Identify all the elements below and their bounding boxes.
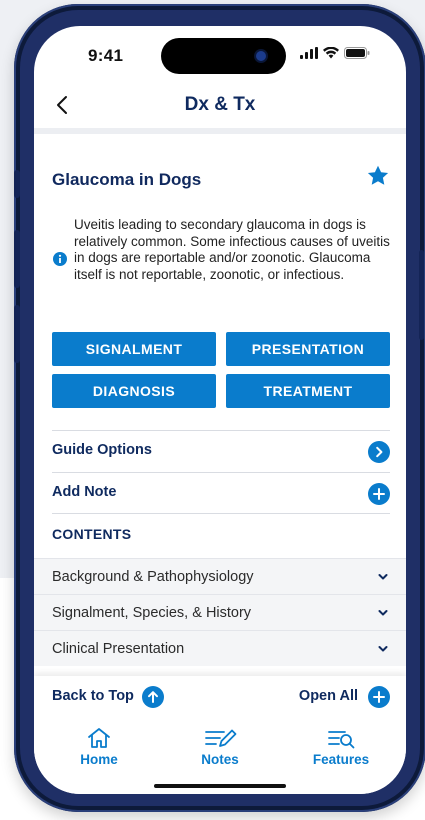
- add-note-label: Add Note: [52, 484, 117, 500]
- presentation-button[interactable]: PRESENTATION: [226, 332, 390, 366]
- status-time: 9:41: [88, 46, 124, 65]
- add-note-row[interactable]: Add Note: [52, 472, 390, 514]
- plus-icon[interactable]: [368, 686, 390, 708]
- tab-features-label: Features: [312, 752, 370, 767]
- plus-icon[interactable]: [368, 483, 390, 505]
- section-buttons: SIGNALMENT PRESENTATION DIAGNOSIS TREATM…: [52, 332, 390, 408]
- treatment-button[interactable]: TREATMENT: [226, 374, 390, 408]
- back-to-top-link[interactable]: Back to Top: [52, 688, 134, 704]
- home-indicator: [154, 784, 286, 788]
- camera-icon: [256, 51, 266, 61]
- diagnosis-button[interactable]: DIAGNOSIS: [52, 374, 216, 408]
- floating-action-bar: Back to Top Open All: [34, 676, 406, 720]
- nav-divider: [34, 128, 406, 134]
- page-title: Dx & Tx: [184, 94, 256, 115]
- volume-up-button: [14, 230, 20, 288]
- dynamic-island: [161, 38, 286, 74]
- tab-notes-label: Notes: [201, 752, 239, 767]
- tab-notes[interactable]: Notes: [175, 726, 265, 772]
- toc-item-label: Background & Pathophysiology: [52, 569, 254, 585]
- toc-item-label: Clinical Presentation: [52, 641, 185, 657]
- chevron-down-icon: [378, 610, 388, 616]
- home-icon: [88, 728, 110, 748]
- volume-down-button: [14, 305, 20, 363]
- toc-item[interactable]: Clinical Presentation: [34, 630, 406, 666]
- info-note: Uveitis leading to secondary glaucoma in…: [74, 217, 390, 282]
- action-button: [14, 170, 20, 198]
- guide-options-label: Guide Options: [52, 442, 152, 458]
- phone-screen: 9:41 Dx & Tx Glaucoma in Dogs Uveitis le…: [34, 26, 406, 794]
- signal-icon: [300, 47, 318, 59]
- arrow-up-icon[interactable]: [142, 686, 164, 708]
- toc-item-label: Signalment, Species, & History: [52, 605, 252, 621]
- status-bar: 9:41: [34, 26, 406, 88]
- tab-features[interactable]: Features: [296, 726, 386, 772]
- toc-item[interactable]: Background & Pathophysiology: [34, 558, 406, 594]
- wifi-icon: [323, 47, 339, 59]
- battery-icon: [344, 47, 370, 59]
- open-all-link[interactable]: Open All: [299, 688, 358, 704]
- chevron-down-icon: [378, 574, 388, 580]
- tab-home-label: Home: [80, 752, 118, 767]
- guide-options-row[interactable]: Guide Options: [52, 430, 390, 472]
- tab-home[interactable]: Home: [54, 726, 144, 772]
- signalment-button[interactable]: SIGNALMENT: [52, 332, 216, 366]
- features-icon: [328, 731, 355, 749]
- power-button: [419, 250, 424, 340]
- navigation-bar: Dx & Tx: [34, 84, 406, 128]
- contents-heading: CONTENTS: [52, 526, 132, 542]
- chevron-right-icon[interactable]: [368, 441, 390, 463]
- favorite-star-icon[interactable]: [366, 164, 390, 188]
- tab-bar: Home Notes Features: [34, 720, 406, 794]
- status-icons: [300, 47, 370, 59]
- info-icon: [53, 252, 67, 266]
- toc-item[interactable]: Signalment, Species, & History: [34, 594, 406, 630]
- notes-icon: [205, 729, 237, 747]
- guide-title: Glaucoma in Dogs: [52, 170, 202, 189]
- chevron-down-icon: [378, 646, 388, 652]
